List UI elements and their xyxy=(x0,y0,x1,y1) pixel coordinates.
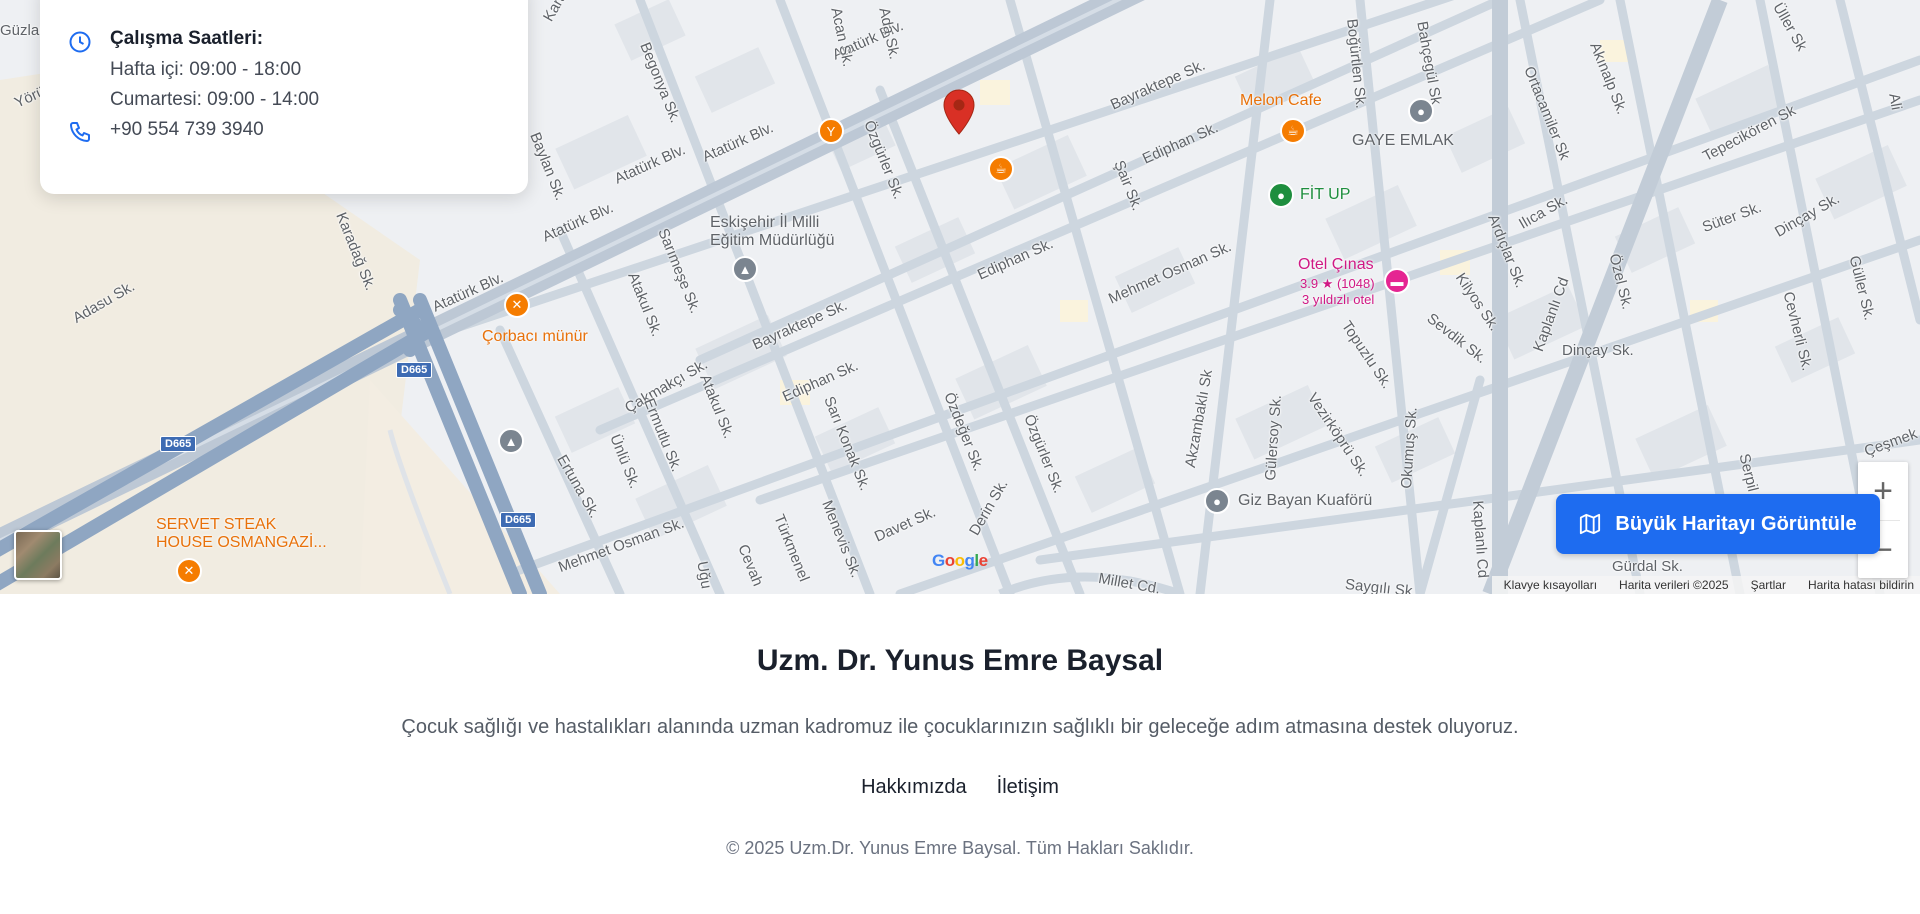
hours-title: Çalışma Saatleri: xyxy=(110,28,264,49)
saturday-hours: Cumartesi: 09:00 - 14:00 xyxy=(110,89,320,110)
terms-link[interactable]: Şartlar xyxy=(1751,578,1786,592)
gym-marker-icon[interactable]: ● xyxy=(1268,182,1294,208)
site-footer: Uzm. Dr. Yunus Emre Baysal Çocuk sağlığı… xyxy=(0,594,1920,914)
view-larger-map-label: Büyük Haritayı Görüntüle xyxy=(1615,512,1857,535)
copyright-text: © 2025 Uzm.Dr. Yunus Emre Baysal. Tüm Ha… xyxy=(726,838,1194,858)
highway-shield: D665 xyxy=(396,362,433,378)
poi-otel-rating: 3.9 ★ (1048) xyxy=(1300,276,1375,291)
weekday-hours: Hafta içi: 09:00 - 18:00 xyxy=(110,59,302,80)
footer-link-contact[interactable]: İletişim xyxy=(997,776,1059,799)
poi-servet-line1[interactable]: SERVET STEAK xyxy=(156,516,276,534)
bar-marker-icon[interactable]: Y xyxy=(818,118,844,144)
report-error-link[interactable]: Harita hatası bildirin xyxy=(1808,578,1914,592)
highway-shield: D665 xyxy=(500,512,537,528)
poi-fitup[interactable]: FİT UP xyxy=(1300,186,1350,204)
footer-description: Çocuk sağlığı ve hastalıkları alanında u… xyxy=(401,716,1519,738)
view-larger-map-button[interactable]: Büyük Haritayı Görüntüle xyxy=(1556,494,1880,554)
clock-icon xyxy=(69,31,91,53)
street-label: Ali xyxy=(1885,92,1905,112)
highway-shield: D665 xyxy=(160,436,197,452)
poi-melon-cafe[interactable]: Melon Cafe xyxy=(1240,92,1322,110)
street-label: Dinçay Sk. xyxy=(1562,342,1634,359)
poi-otel-cinas[interactable]: Otel Çınas xyxy=(1298,256,1374,274)
location-pin-icon[interactable] xyxy=(942,88,976,136)
cafe-marker-icon[interactable]: ☕ xyxy=(988,156,1014,182)
contact-info-card: Çalışma Saatleri: Hafta içi: 09:00 - 18:… xyxy=(40,0,528,194)
cafe-marker-icon[interactable]: ☕ xyxy=(1280,118,1306,144)
google-logo: Google xyxy=(932,551,988,570)
footer-link-about[interactable]: Hakkımızda xyxy=(861,776,967,799)
hotel-marker-icon[interactable]: ▬ xyxy=(1384,268,1410,294)
footer-links: Hakkımızda İletişim xyxy=(0,776,1920,799)
street-label: Gürdal Sk. xyxy=(1612,558,1683,575)
keyboard-shortcuts-link[interactable]: Klavye kısayolları xyxy=(1504,578,1597,592)
map-embed[interactable]: Atatürk Blv. Atatürk Blv. Atatürk Blv. A… xyxy=(0,0,1920,594)
restaurant-marker-icon[interactable]: ✕ xyxy=(176,558,202,584)
phone-icon xyxy=(70,122,90,142)
poi-giz-kuafor[interactable]: Giz Bayan Kuaförü xyxy=(1238,492,1372,510)
phone-number[interactable]: +90 554 739 3940 xyxy=(110,119,264,141)
poi-corbaci-munur[interactable]: Çorbacı münür xyxy=(482,328,588,346)
school-marker-icon[interactable]: ▲ xyxy=(498,428,524,454)
poi-otel-stars: 3 yıldızlı otel xyxy=(1302,292,1375,307)
school-marker-icon[interactable]: ▲ xyxy=(732,256,758,282)
map-attribution: Klavye kısayolları Harita verileri ©2025… xyxy=(1491,576,1920,594)
poi-eskisehir-line2[interactable]: Eğitim Müdürlüğü xyxy=(710,232,835,250)
restaurant-marker-icon[interactable]: ✕ xyxy=(504,292,530,318)
poi-servet-line2[interactable]: HOUSE OSMANGAZİ... xyxy=(156,534,327,552)
satellite-toggle[interactable] xyxy=(14,530,62,580)
poi-gaye-emlak[interactable]: GAYE EMLAK xyxy=(1352,132,1454,150)
footer-title: Uzm. Dr. Yunus Emre Baysal xyxy=(756,644,1164,677)
place-marker-icon[interactable]: ● xyxy=(1408,98,1434,124)
map-icon xyxy=(1580,513,1601,535)
salon-marker-icon[interactable]: ● xyxy=(1204,488,1230,514)
map-data-text: Harita verileri ©2025 xyxy=(1619,578,1729,592)
poi-eskisehir-line1[interactable]: Eskişehir İl Milli xyxy=(710,214,819,232)
